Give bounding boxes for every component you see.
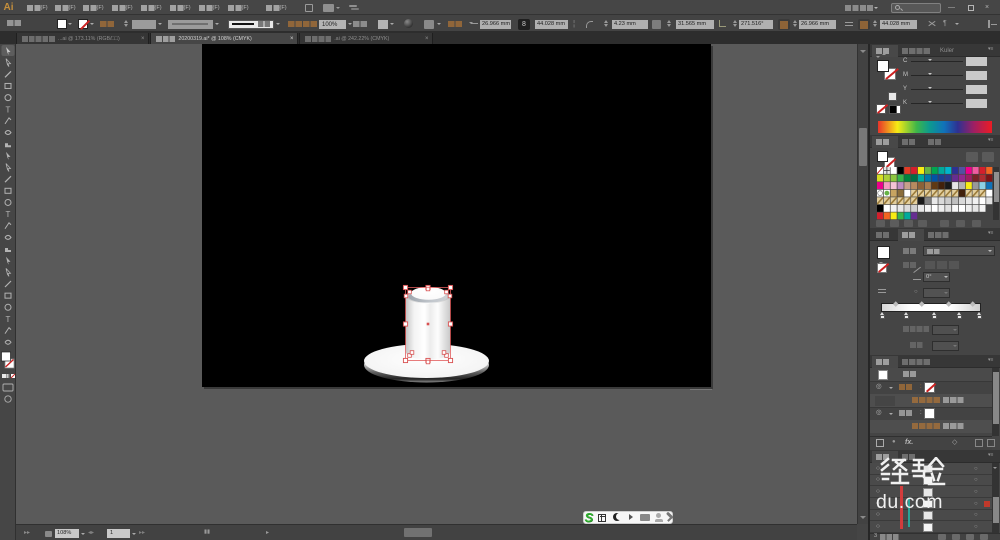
svg-text:T: T (6, 105, 11, 114)
svg-text:T: T (6, 315, 11, 324)
svg-text:T: T (6, 210, 11, 219)
